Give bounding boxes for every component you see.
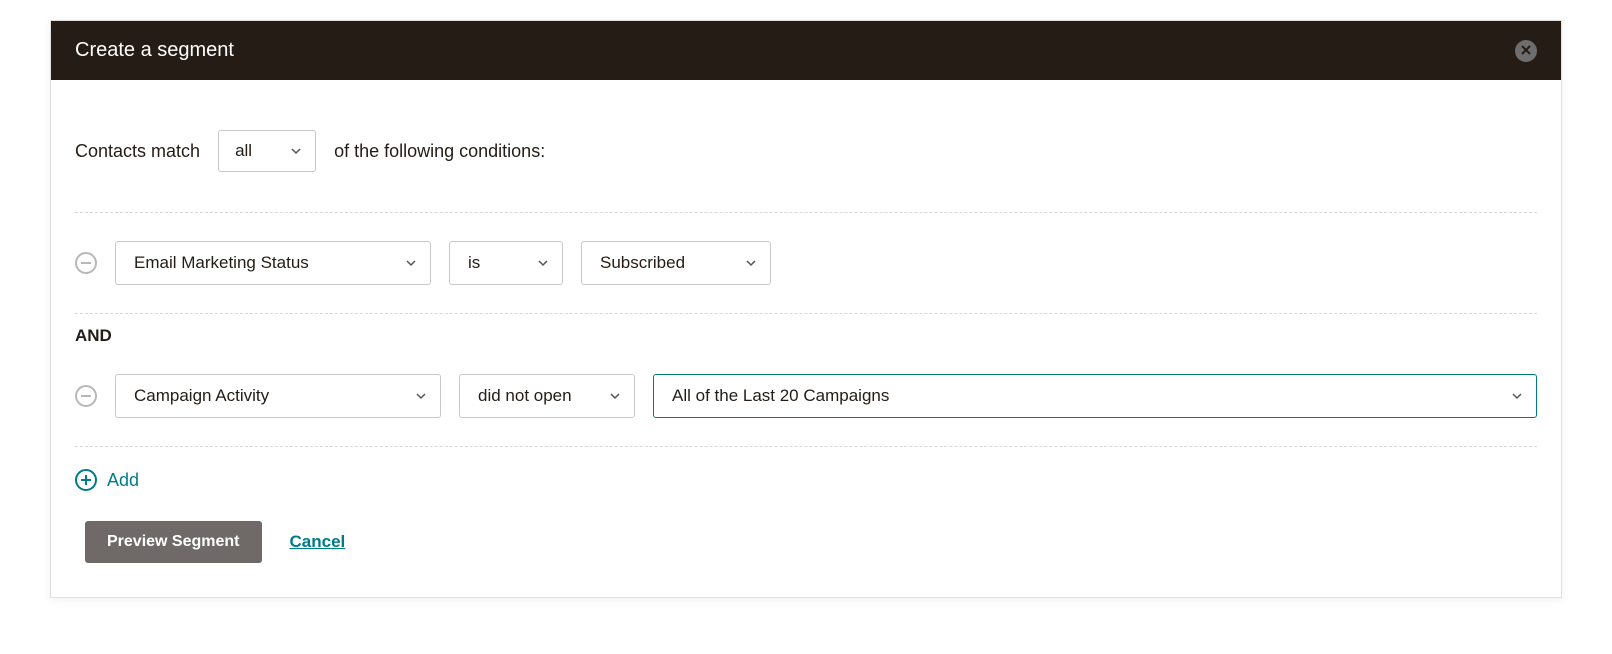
chevron-down-icon [406,258,416,268]
join-operator-label: AND [75,314,1537,346]
condition-value-text: Subscribed [600,253,685,273]
add-condition-button[interactable]: Add [75,447,1537,521]
condition-operator-value: did not open [478,386,572,406]
remove-condition-button[interactable] [75,385,97,407]
chevron-down-icon [610,391,620,401]
chevron-down-icon [416,391,426,401]
add-label: Add [107,470,139,491]
condition-row: Email Marketing Status is Subscribed [75,213,1537,313]
actions-row: Preview Segment Cancel [75,521,1537,563]
condition-operator-dropdown[interactable]: is [449,241,563,285]
condition-row: Campaign Activity did not open All of th… [75,346,1537,446]
match-type-dropdown[interactable]: all [218,130,316,172]
chevron-down-icon [746,258,756,268]
condition-operator-dropdown[interactable]: did not open [459,374,635,418]
condition-value-dropdown[interactable]: All of the Last 20 Campaigns [653,374,1537,418]
close-button[interactable] [1515,40,1537,62]
close-icon [1521,42,1531,60]
modal-title: Create a segment [75,39,234,62]
condition-value-text: All of the Last 20 Campaigns [672,386,889,406]
cancel-link[interactable]: Cancel [290,532,346,552]
match-type-value: all [235,141,252,161]
modal-body: Contacts match all of the following cond… [51,80,1561,597]
chevron-down-icon [538,258,548,268]
match-prefix: Contacts match [75,141,200,162]
plus-circle-icon [75,469,97,491]
segment-builder-modal: Create a segment Contacts match all of t… [50,20,1562,598]
chevron-down-icon [291,146,301,156]
condition-field-dropdown[interactable]: Email Marketing Status [115,241,431,285]
condition-field-value: Email Marketing Status [134,253,309,273]
match-row: Contacts match all of the following cond… [75,130,1537,212]
remove-condition-button[interactable] [75,252,97,274]
condition-value-dropdown[interactable]: Subscribed [581,241,771,285]
condition-field-value: Campaign Activity [134,386,269,406]
condition-operator-value: is [468,253,480,273]
modal-header: Create a segment [51,21,1561,80]
condition-field-dropdown[interactable]: Campaign Activity [115,374,441,418]
match-suffix: of the following conditions: [334,141,545,162]
chevron-down-icon [1512,391,1522,401]
preview-segment-button[interactable]: Preview Segment [85,521,262,563]
